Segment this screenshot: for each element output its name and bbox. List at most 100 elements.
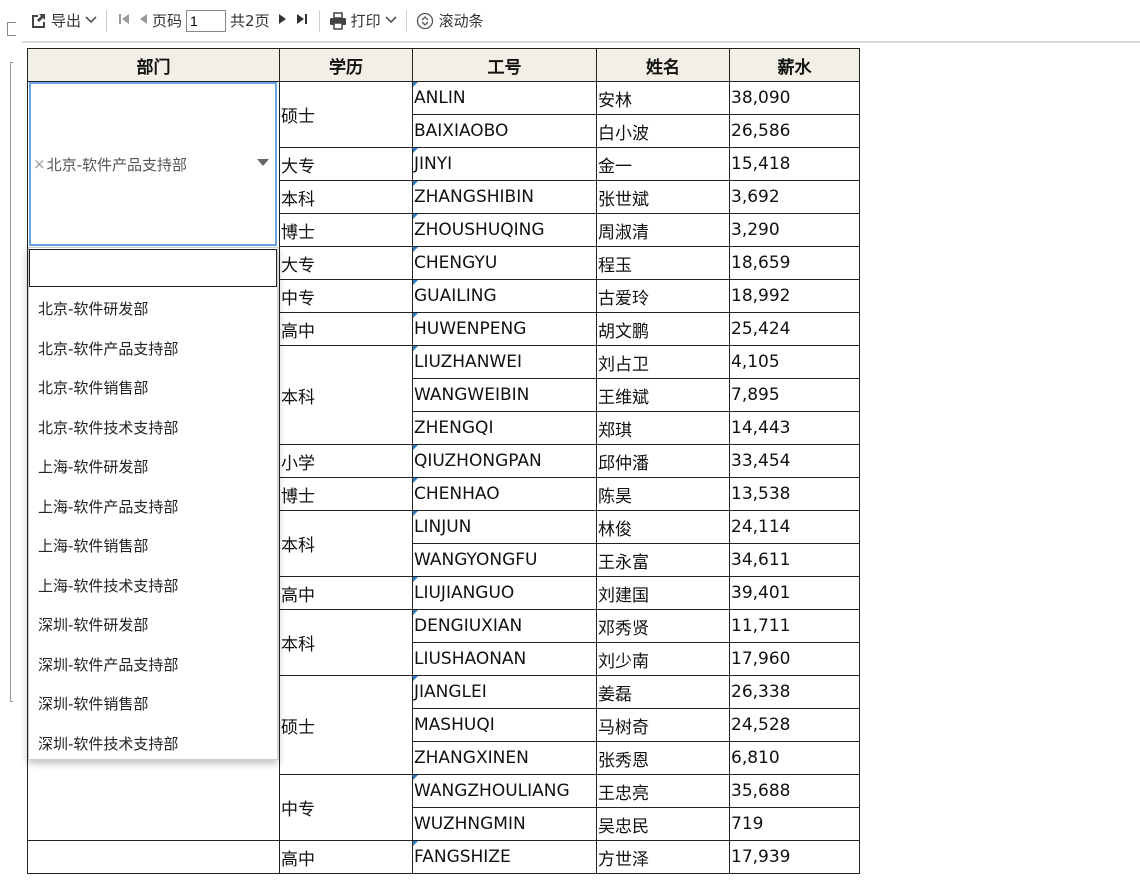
first-page-icon[interactable] bbox=[118, 13, 130, 28]
scrollbar-button[interactable]: 滚动条 bbox=[414, 7, 486, 35]
employee-id-cell: DENGIUXIAN bbox=[412, 609, 597, 643]
education-cell: 本科 bbox=[279, 609, 413, 676]
salary-cell: 14,443 bbox=[729, 411, 860, 445]
name-cell: 方世泽 bbox=[596, 840, 730, 874]
dropdown-option[interactable]: 上海-软件技术支持部 bbox=[29, 567, 277, 607]
education-cell: 本科 bbox=[279, 345, 413, 445]
name-cell: 林俊 bbox=[596, 510, 730, 544]
employee-id-cell: LINJUN bbox=[412, 510, 597, 544]
name-cell: 周淑清 bbox=[596, 213, 730, 247]
salary-cell: 38,090 bbox=[729, 81, 860, 115]
education-cell: 中专 bbox=[279, 774, 413, 841]
header-department: 部门 bbox=[27, 48, 280, 82]
dropdown-option[interactable]: 北京-软件销售部 bbox=[29, 369, 277, 409]
employee-id-cell: LIUJIANGUO bbox=[412, 576, 597, 610]
dropdown-option[interactable]: 北京-软件产品支持部 bbox=[29, 330, 277, 370]
dropdown-search-input[interactable] bbox=[29, 249, 277, 287]
dropdown-option[interactable]: 上海-软件产品支持部 bbox=[29, 488, 277, 528]
dropdown-option[interactable]: 深圳-软件销售部 bbox=[29, 685, 277, 725]
name-cell: 刘建国 bbox=[596, 576, 730, 610]
name-cell: 王永富 bbox=[596, 543, 730, 577]
salary-cell: 24,528 bbox=[729, 708, 860, 742]
table-row: 高中 FANGSHIZE 方世泽 17,939 bbox=[27, 840, 860, 874]
dropdown-option[interactable]: 深圳-软件产品支持部 bbox=[29, 646, 277, 686]
dropdown-option[interactable]: 上海-软件研发部 bbox=[29, 448, 277, 488]
left-edge bbox=[0, 0, 22, 890]
dropdown-option[interactable]: 北京-软件研发部 bbox=[29, 290, 277, 330]
education-cell: 高中 bbox=[279, 576, 413, 610]
name-cell: 安林 bbox=[596, 81, 730, 115]
toolbar-separator bbox=[318, 9, 320, 32]
clear-selection-icon[interactable]: × bbox=[33, 155, 46, 173]
name-cell: 姜磊 bbox=[596, 675, 730, 709]
salary-cell: 25,424 bbox=[729, 312, 860, 346]
employee-id-cell: WANGWEIBIN bbox=[412, 378, 597, 412]
export-button[interactable]: 导出 bbox=[27, 7, 99, 35]
salary-cell: 13,538 bbox=[729, 477, 860, 511]
employee-id-cell: MASHUQI bbox=[412, 708, 597, 742]
salary-cell: 7,895 bbox=[729, 378, 860, 412]
caret-down-icon[interactable] bbox=[257, 159, 269, 166]
employee-id-cell: QIUZHONGPAN bbox=[412, 444, 597, 478]
header-education: 学历 bbox=[279, 48, 413, 82]
salary-cell: 39,401 bbox=[729, 576, 860, 610]
employee-id-cell: CHENHAO bbox=[412, 477, 597, 511]
dropdown-option[interactable]: 北京-软件技术支持部 bbox=[29, 409, 277, 449]
dropdown-option[interactable]: 上海-软件销售部 bbox=[29, 527, 277, 567]
education-cell: 高中 bbox=[279, 312, 413, 346]
name-cell: 刘占卫 bbox=[596, 345, 730, 379]
name-cell: 张世斌 bbox=[596, 180, 730, 214]
employee-id-cell: ZHOUSHUQING bbox=[412, 213, 597, 247]
salary-cell: 26,586 bbox=[729, 114, 860, 148]
salary-cell: 6,810 bbox=[729, 741, 860, 775]
total-pages-label: 共2页 bbox=[230, 12, 270, 30]
department-dropdown: 北京-软件研发部 北京-软件产品支持部 北京-软件销售部 北京-软件技术支持部 … bbox=[28, 247, 278, 760]
print-chevron-down-icon bbox=[385, 14, 397, 27]
education-cell: 硕士 bbox=[279, 675, 413, 775]
name-cell: 金一 bbox=[596, 147, 730, 181]
print-label: 打印 bbox=[350, 12, 381, 30]
export-label: 导出 bbox=[51, 12, 82, 30]
education-cell: 硕士 bbox=[279, 81, 413, 148]
employee-id-cell: ZHANGSHIBIN bbox=[412, 180, 597, 214]
salary-cell: 3,692 bbox=[729, 180, 860, 214]
print-button[interactable]: 打印 bbox=[327, 7, 399, 35]
last-page-icon[interactable] bbox=[296, 13, 308, 28]
toolbar-separator bbox=[106, 9, 108, 32]
employee-id-cell: ZHENGQI bbox=[412, 411, 597, 445]
next-page-icon[interactable] bbox=[278, 13, 288, 28]
salary-cell: 34,611 bbox=[729, 543, 860, 577]
page-label: 页码 bbox=[152, 12, 183, 30]
employee-id-cell: ZHANGXINEN bbox=[412, 741, 597, 775]
prev-page-icon[interactable] bbox=[138, 13, 148, 28]
salary-cell: 3,290 bbox=[729, 213, 860, 247]
export-icon bbox=[29, 12, 47, 30]
education-cell: 本科 bbox=[279, 180, 413, 214]
dropdown-option[interactable]: 深圳-软件研发部 bbox=[29, 606, 277, 646]
name-cell: 刘少南 bbox=[596, 642, 730, 676]
table-header-row: 部门 学历 工号 姓名 薪水 bbox=[27, 48, 860, 82]
department-select[interactable]: × 北京-软件产品支持部 bbox=[29, 82, 277, 246]
name-cell: 陈昊 bbox=[596, 477, 730, 511]
left-scroll-track bbox=[10, 62, 13, 702]
name-cell: 张秀恩 bbox=[596, 741, 730, 775]
education-cell: 大专 bbox=[279, 147, 413, 181]
education-cell: 博士 bbox=[279, 477, 413, 511]
scrollbar-label: 滚动条 bbox=[438, 12, 484, 30]
page-number-input[interactable] bbox=[186, 9, 227, 32]
name-cell: 郑琪 bbox=[596, 411, 730, 445]
education-cell: 大专 bbox=[279, 246, 413, 280]
dropdown-option[interactable]: 深圳-软件技术支持部 bbox=[29, 725, 277, 765]
salary-cell: 24,114 bbox=[729, 510, 860, 544]
employee-id-cell: CHENGYU bbox=[412, 246, 597, 280]
header-salary: 薪水 bbox=[729, 48, 860, 82]
header-employee-id: 工号 bbox=[412, 48, 597, 82]
name-cell: 白小波 bbox=[596, 114, 730, 148]
salary-cell: 11,711 bbox=[729, 609, 860, 643]
name-cell: 马树奇 bbox=[596, 708, 730, 742]
salary-cell: 17,960 bbox=[729, 642, 860, 676]
employee-id-cell: LIUZHANWEI bbox=[412, 345, 597, 379]
employee-id-cell: BAIXIAOBO bbox=[412, 114, 597, 148]
department-cell[interactable] bbox=[27, 840, 280, 874]
education-cell: 本科 bbox=[279, 510, 413, 577]
